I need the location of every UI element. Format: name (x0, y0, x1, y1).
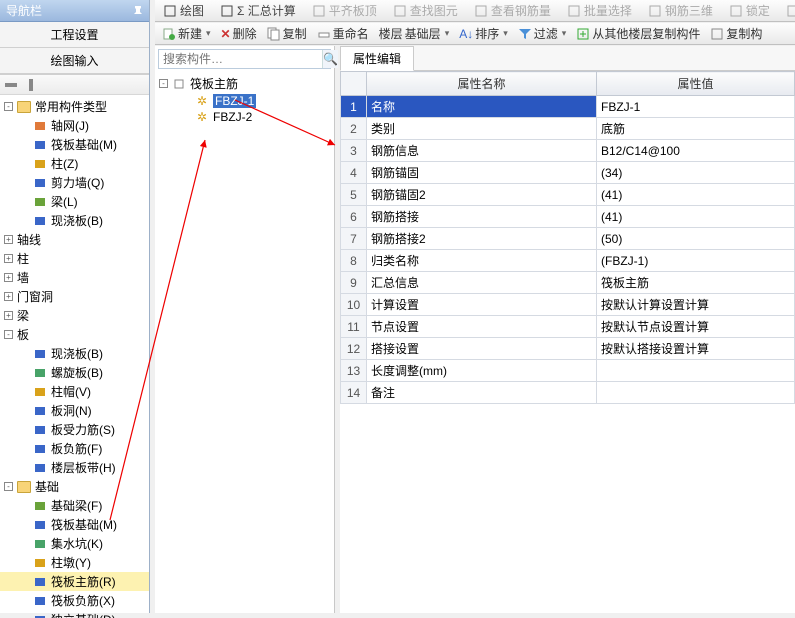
nav-panel: 导航栏 工程设置 绘图输入 -常用构件类型轴网(J)筏板基础(M)柱(Z)剪力墙… (0, 0, 150, 613)
mini-toolbar (0, 75, 149, 95)
floor-dropdown[interactable]: 楼层 基础层 (374, 25, 455, 42)
tab-project-settings[interactable]: 工程设置 (0, 22, 149, 48)
tree-item[interactable]: 现浇板(B) (0, 211, 149, 230)
panel-title-text: 导航栏 (6, 2, 42, 19)
tree-item[interactable]: 集水坑(K) (0, 534, 149, 553)
pin-icon[interactable] (133, 6, 143, 16)
table-row[interactable]: 2类别底筋 (341, 118, 795, 140)
tree-group[interactable]: +墙 (0, 268, 149, 287)
toolbar-item: 钢筋三维 (644, 2, 717, 19)
table-row[interactable]: 6钢筋搭接(41) (341, 206, 795, 228)
search-box: 🔍 (158, 49, 331, 69)
tab-row: 属性编辑 (340, 46, 795, 71)
tab-draw-input[interactable]: 绘图输入 (0, 48, 149, 74)
tree-item[interactable]: 梁(L) (0, 192, 149, 211)
tree-group[interactable]: -板 (0, 325, 149, 344)
component-tree: -筏板主筋✲FBZJ-1✲FBZJ-2 (155, 72, 334, 127)
property-panel: 属性编辑 属性名称属性值1名称FBZJ-12类别底筋3钢筋信息B12/C14@1… (340, 46, 795, 613)
tree-item[interactable]: 螺旋板(B) (0, 363, 149, 382)
tree-item[interactable]: 楼层板带(H) (0, 458, 149, 477)
toolbar-item: 平齐板顶 (308, 2, 381, 19)
toolbar-item: 锁定 (725, 2, 774, 19)
collapse-icon[interactable] (24, 78, 38, 92)
tree-group[interactable]: -常用构件类型 (0, 97, 149, 116)
table-row[interactable]: 12搭接设置按默认搭接设置计算 (341, 338, 795, 360)
table-row[interactable]: 8归类名称(FBZJ-1) (341, 250, 795, 272)
tree-item[interactable]: 柱墩(Y) (0, 553, 149, 572)
tab-prop-edit[interactable]: 属性编辑 (340, 46, 414, 71)
rename-button[interactable]: 重命名 (312, 25, 374, 42)
copy-component-button[interactable]: 复制构 (705, 25, 767, 42)
table-row[interactable]: 10计算设置按默认计算设置计算 (341, 294, 795, 316)
toolbar-item[interactable]: Σ 汇总计算 (216, 2, 300, 19)
component-list-panel: 🔍 -筏板主筋✲FBZJ-1✲FBZJ-2 (155, 46, 335, 613)
table-row[interactable]: 7钢筋搭接2(50) (341, 228, 795, 250)
tree-group[interactable]: +梁 (0, 306, 149, 325)
search-input[interactable] (159, 50, 322, 68)
toolbar-item: 查看钢筋量 (470, 2, 555, 19)
copy-from-floor-button[interactable]: 从其他楼层复制构件 (571, 25, 705, 42)
filter-dropdown[interactable]: 过滤 (513, 25, 572, 42)
table-row[interactable]: 9汇总信息筏板主筋 (341, 272, 795, 294)
gear-icon: ✲ (197, 95, 209, 107)
tree-item[interactable]: 筏板主筋(R) (0, 572, 149, 591)
tree-group[interactable]: +门窗洞 (0, 287, 149, 306)
tree-item[interactable]: 柱帽(V) (0, 382, 149, 401)
table-row[interactable]: 13长度调整(mm) (341, 360, 795, 382)
tree-item[interactable]: 轴网(J) (0, 116, 149, 135)
tree-item[interactable]: 柱(Z) (0, 154, 149, 173)
property-grid[interactable]: 属性名称属性值1名称FBZJ-12类别底筋3钢筋信息B12/C14@1004钢筋… (340, 71, 795, 404)
tree-group[interactable]: +柱 (0, 249, 149, 268)
search-icon[interactable]: 🔍 (322, 50, 338, 68)
tree-item[interactable]: 筏板负筋(X) (0, 591, 149, 610)
tree-item[interactable]: 基础梁(F) (0, 496, 149, 515)
main-toolbar: 绘图 Σ 汇总计算平齐板顶查找图元查看钢筋量批量选择钢筋三维锁定解锁 (155, 0, 795, 22)
expand-icon[interactable] (4, 78, 18, 92)
table-row[interactable]: 14备注 (341, 382, 795, 404)
tree-group[interactable]: +轴线 (0, 230, 149, 249)
tree-item[interactable]: 筏板基础(M) (0, 135, 149, 154)
list-item[interactable]: ✲FBZJ-2 (157, 109, 332, 125)
table-row[interactable]: 11节点设置按默认节点设置计算 (341, 316, 795, 338)
panel-header: 导航栏 (0, 0, 149, 22)
toolbar-item[interactable]: 绘图 (159, 2, 208, 19)
list-root[interactable]: -筏板主筋 (157, 74, 332, 93)
component-toolbar: 新建 ✕删除 复制 重命名 楼层 基础层 A↓排序 过滤 从其他楼层复制构件 复… (155, 23, 795, 45)
tree-item[interactable]: 板负筋(F) (0, 439, 149, 458)
sort-dropdown[interactable]: A↓排序 (454, 25, 513, 42)
copy-button[interactable]: 复制 (262, 25, 312, 42)
tree-item[interactable]: 筏板基础(M) (0, 515, 149, 534)
toolbar-item: 批量选择 (563, 2, 636, 19)
table-row[interactable]: 1名称FBZJ-1 (341, 96, 795, 118)
tree-item[interactable]: 独立基础(D) (0, 610, 149, 618)
left-tabs: 工程设置 绘图输入 (0, 22, 149, 75)
toolbar-item: 查找图元 (389, 2, 462, 19)
delete-button[interactable]: ✕删除 (216, 25, 262, 42)
new-button[interactable]: 新建 (157, 25, 216, 42)
list-item[interactable]: ✲FBZJ-1 (157, 93, 332, 109)
table-row[interactable]: 5钢筋锚固2(41) (341, 184, 795, 206)
tree-item[interactable]: 现浇板(B) (0, 344, 149, 363)
tree-item[interactable]: 板受力筋(S) (0, 420, 149, 439)
table-row[interactable]: 3钢筋信息B12/C14@100 (341, 140, 795, 162)
nav-tree: -常用构件类型轴网(J)筏板基础(M)柱(Z)剪力墙(Q)梁(L)现浇板(B)+… (0, 95, 149, 618)
tree-group[interactable]: -基础 (0, 477, 149, 496)
gear-icon: ✲ (197, 111, 209, 123)
tree-item[interactable]: 板洞(N) (0, 401, 149, 420)
tree-item[interactable]: 剪力墙(Q) (0, 173, 149, 192)
table-row[interactable]: 4钢筋锚固(34) (341, 162, 795, 184)
toolbar-item: 解锁 (782, 2, 795, 19)
